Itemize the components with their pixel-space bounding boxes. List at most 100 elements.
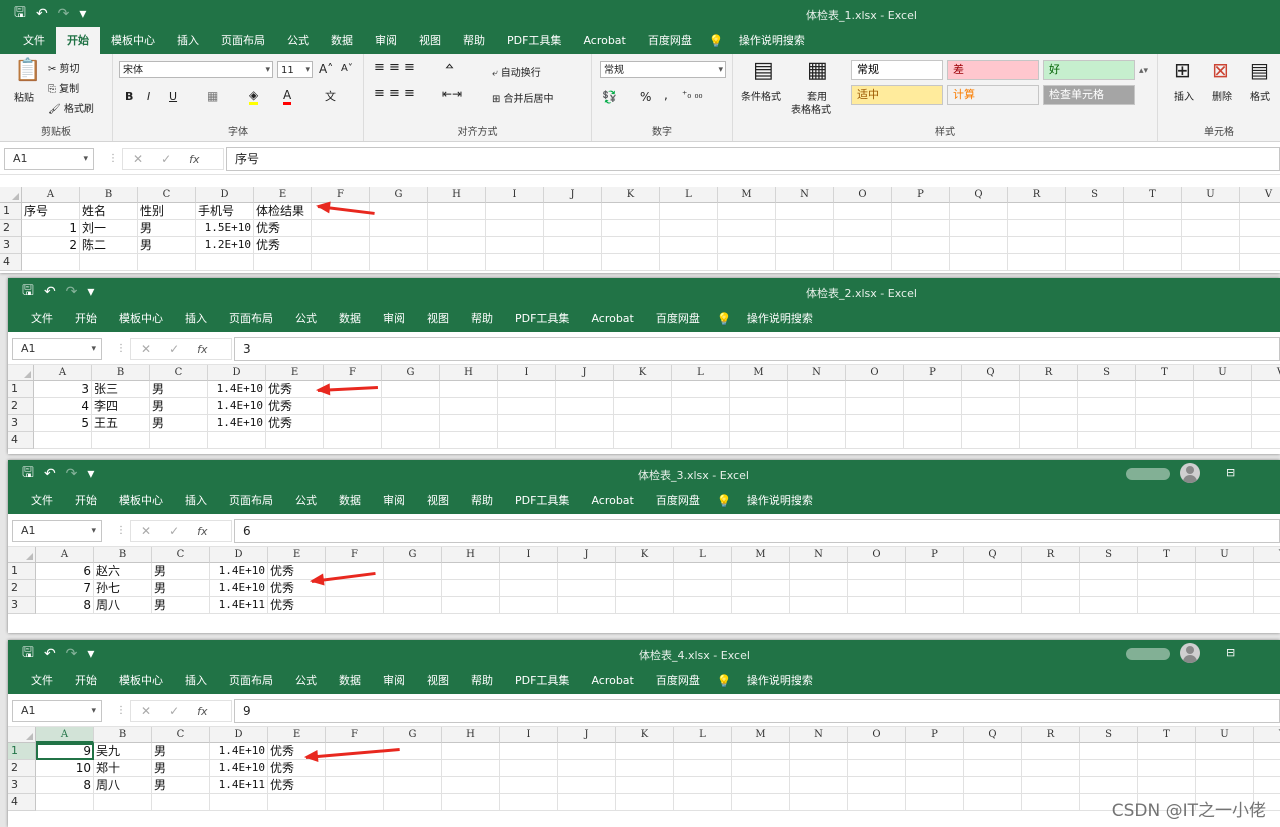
column-header-K[interactable]: K: [616, 727, 674, 743]
row-header-4[interactable]: 4: [0, 254, 22, 271]
cell-V2[interactable]: [1254, 760, 1280, 777]
column-header-Q[interactable]: Q: [950, 187, 1008, 203]
cell-Q2[interactable]: [950, 220, 1008, 237]
cell-D4[interactable]: [196, 254, 254, 271]
save-icon[interactable]: 🖫: [22, 642, 34, 666]
cell-G1[interactable]: [384, 563, 442, 580]
column-header-L[interactable]: L: [674, 547, 732, 563]
orientation-icon[interactable]: ᅀ: [444, 60, 455, 77]
cell-K2[interactable]: [616, 760, 674, 777]
cell-R1[interactable]: [1022, 563, 1080, 580]
tab-4[interactable]: 页面布局: [218, 305, 284, 332]
cell-V1[interactable]: [1254, 743, 1280, 760]
cell-R3[interactable]: [1020, 415, 1078, 432]
cell-S1[interactable]: [1066, 203, 1124, 220]
tab-5[interactable]: 公式: [284, 667, 328, 694]
cell-I2[interactable]: [486, 220, 544, 237]
cell-F2[interactable]: [324, 398, 382, 415]
cell-F2[interactable]: [326, 580, 384, 597]
delete-cells-icon[interactable]: ⊠: [1212, 58, 1229, 82]
fill-color-icon[interactable]: ◈: [249, 88, 259, 105]
cell-E4[interactable]: [266, 432, 324, 449]
cell-O4[interactable]: [846, 432, 904, 449]
cell-V3[interactable]: [1254, 777, 1280, 794]
cell-J2[interactable]: [556, 398, 614, 415]
row-header-3[interactable]: 3: [8, 415, 34, 432]
tab-2[interactable]: 模板中心: [108, 305, 174, 332]
cell-H4[interactable]: [428, 254, 486, 271]
cell-E1[interactable]: 体检结果: [254, 203, 312, 220]
cell-F2[interactable]: [312, 220, 370, 237]
column-header-P[interactable]: P: [906, 547, 964, 563]
table-format-button-l2[interactable]: 表格格式: [791, 101, 831, 116]
cell-H2[interactable]: [442, 760, 500, 777]
column-header-M[interactable]: M: [730, 365, 788, 381]
cell-N2[interactable]: [790, 580, 848, 597]
copy-button[interactable]: ⎘ 复制: [48, 80, 79, 95]
cell-I3[interactable]: [500, 597, 558, 614]
cell-T2[interactable]: [1138, 760, 1196, 777]
tab-9[interactable]: 帮助: [460, 667, 504, 694]
cell-O1[interactable]: [846, 381, 904, 398]
cell-U1[interactable]: [1182, 203, 1240, 220]
cell-J3[interactable]: [558, 777, 616, 794]
cell-Q2[interactable]: [964, 580, 1022, 597]
select-all-corner[interactable]: [8, 547, 36, 563]
column-header-O[interactable]: O: [834, 187, 892, 203]
cell-I2[interactable]: [500, 580, 558, 597]
cell-V4[interactable]: [1252, 432, 1280, 449]
column-header-H[interactable]: H: [428, 187, 486, 203]
conditional-format-button[interactable]: 条件格式: [741, 88, 781, 103]
cell-S2[interactable]: [1078, 398, 1136, 415]
tab-1[interactable]: 开始: [64, 667, 108, 694]
cell-N3[interactable]: [790, 777, 848, 794]
tab-1[interactable]: 开始: [64, 305, 108, 332]
row-header-1[interactable]: 1: [8, 381, 34, 398]
tab-0[interactable]: 文件: [20, 667, 64, 694]
column-header-J[interactable]: J: [556, 365, 614, 381]
tab-8[interactable]: 视图: [408, 27, 452, 54]
cell-N3[interactable]: [776, 237, 834, 254]
cell-O2[interactable]: [848, 580, 906, 597]
tab-4[interactable]: 页面布局: [218, 667, 284, 694]
cell-N2[interactable]: [776, 220, 834, 237]
name-box[interactable]: A1: [12, 338, 102, 360]
tab-11[interactable]: Acrobat: [580, 305, 644, 332]
cell-M4[interactable]: [732, 794, 790, 811]
redo-icon[interactable]: ↷: [66, 646, 78, 662]
row-header-4[interactable]: 4: [8, 432, 34, 449]
cell-E3[interactable]: 优秀: [268, 777, 326, 794]
cell-H1[interactable]: [428, 203, 486, 220]
cell-Q4[interactable]: [962, 432, 1020, 449]
cell-A3[interactable]: 2: [22, 237, 80, 254]
cell-Q1[interactable]: [950, 203, 1008, 220]
cell-H3[interactable]: [442, 777, 500, 794]
column-header-D[interactable]: D: [208, 365, 266, 381]
cell-I4[interactable]: [498, 432, 556, 449]
row-header-1[interactable]: 1: [0, 203, 22, 220]
column-header-S[interactable]: S: [1066, 187, 1124, 203]
column-header-E[interactable]: E: [254, 187, 312, 203]
column-header-E[interactable]: E: [266, 365, 324, 381]
indent-icon[interactable]: ⇤⇥: [442, 87, 462, 101]
cell-style-5[interactable]: 检查单元格: [1043, 85, 1135, 105]
cell-U1[interactable]: [1196, 743, 1254, 760]
cell-A3[interactable]: 5: [34, 415, 92, 432]
column-header-V[interactable]: V: [1240, 187, 1280, 203]
cell-P2[interactable]: [906, 580, 964, 597]
number-format-select[interactable]: 常规: [600, 61, 726, 79]
cell-N4[interactable]: [788, 432, 846, 449]
cell-A2[interactable]: 7: [36, 580, 94, 597]
save-icon[interactable]: 🖫: [14, 2, 26, 26]
cell-style-2[interactable]: 好: [1043, 60, 1135, 80]
tab-4[interactable]: 页面布局: [218, 487, 284, 514]
cell-D2[interactable]: 1.4E+10: [210, 760, 268, 777]
cell-G4[interactable]: [382, 432, 440, 449]
cell-G3[interactable]: [384, 597, 442, 614]
cell-N3[interactable]: [788, 415, 846, 432]
cell-H3[interactable]: [428, 237, 486, 254]
cell-G2[interactable]: [370, 220, 428, 237]
cell-H1[interactable]: [440, 381, 498, 398]
cell-L2[interactable]: [674, 760, 732, 777]
cell-D2[interactable]: 1.4E+10: [208, 398, 266, 415]
